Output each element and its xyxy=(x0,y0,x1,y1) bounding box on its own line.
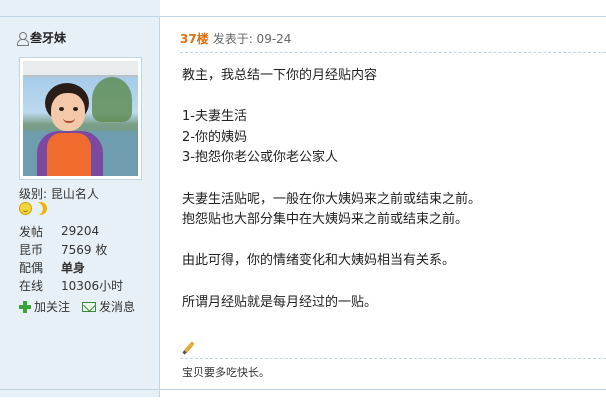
stat-value: 单身 xyxy=(61,260,86,275)
stat-label: 发帖 xyxy=(19,224,44,239)
user-icon xyxy=(17,31,29,46)
divider xyxy=(0,389,606,390)
content-line xyxy=(182,231,592,252)
message-label[interactable]: 发消息 xyxy=(99,298,135,315)
content-line: 夫妻生活贴呢，一般在你大姨妈来之前或结束之前。 xyxy=(182,191,482,207)
content-line: 抱怨贴也大部分集中在大姨妈来之前或结束之前。 xyxy=(182,212,469,228)
stat-coins: 昆币 7569 枚 xyxy=(19,240,144,258)
smiley-icon xyxy=(19,202,32,215)
author-name-row[interactable]: 叁牙妹 xyxy=(17,29,66,46)
stat-value: 10306小时 xyxy=(61,278,124,293)
previous-post-footer xyxy=(0,0,606,17)
stat-value: 7569 枚 xyxy=(61,242,108,257)
mail-icon xyxy=(82,301,97,312)
content-line: 教主，我总结一下你的月经贴内容 xyxy=(182,68,378,83)
pencil-icon xyxy=(182,341,196,355)
content-line xyxy=(182,169,592,190)
post-body: 37楼 发表于: 09-24 教主，我总结一下你的月经贴内容 1-夫妻生活 2-… xyxy=(161,17,606,402)
stat-posts: 发帖 29204 xyxy=(19,222,144,240)
content-line: 由此可得，你的情绪变化和大姨妈相当有关系。 xyxy=(182,253,456,269)
level-badges xyxy=(19,202,47,215)
stat-online: 在线 10306小时 xyxy=(19,276,144,294)
content-line xyxy=(182,272,592,293)
stat-spouse: 配偶 单身 xyxy=(19,258,144,276)
post-timestamp: 发表于: 09-24 xyxy=(212,32,292,46)
previous-sidebar-bottom xyxy=(0,0,160,17)
follow-label[interactable]: 加关注 xyxy=(34,298,70,315)
content-line: 1-夫妻生活 xyxy=(182,109,247,125)
floor-number[interactable]: 37楼 xyxy=(180,30,209,47)
post-header: 37楼 发表于: 09-24 xyxy=(180,30,291,47)
user-actions: 加关注 发消息 xyxy=(19,298,135,315)
content-line xyxy=(182,87,592,108)
stat-label: 在线 xyxy=(19,278,44,293)
content-line: 2-你的姨妈 xyxy=(182,129,247,145)
signature-divider xyxy=(180,358,606,359)
content-line: 所谓月经贴就是每月经过的一贴。 xyxy=(182,294,378,310)
stat-label: 配偶 xyxy=(19,260,44,275)
level-value: 昆山名人 xyxy=(50,187,99,201)
author-sidebar: 叁牙妹 级别: 昆山名人 发帖 29204 昆币 7569 枚 配偶 单身 在线… xyxy=(0,17,160,397)
plus-icon xyxy=(19,300,31,313)
header-divider xyxy=(180,52,606,53)
stat-label: 昆币 xyxy=(19,242,44,257)
stat-value: 29204 xyxy=(61,224,100,238)
level-label: 级别: xyxy=(19,187,48,201)
next-post-header xyxy=(0,389,606,402)
send-message-button[interactable]: 发消息 xyxy=(82,298,135,315)
author-name[interactable]: 叁牙妹 xyxy=(30,29,66,46)
follow-button[interactable]: 加关注 xyxy=(19,298,70,315)
avatar[interactable] xyxy=(19,57,142,180)
user-signature: 宝贝要多吃快长。 xyxy=(182,366,270,379)
post-content: 教主，我总结一下你的月经贴内容 1-夫妻生活 2-你的姨妈 3-抱怨你老公或你老… xyxy=(182,66,592,313)
moon-icon xyxy=(32,200,49,217)
avatar-photo xyxy=(23,61,138,176)
user-stats: 发帖 29204 昆币 7569 枚 配偶 单身 在线 10306小时 xyxy=(19,222,144,294)
content-line: 3-抱怨你老公或你老公家人 xyxy=(182,150,338,166)
user-level: 级别: 昆山名人 xyxy=(19,185,99,202)
